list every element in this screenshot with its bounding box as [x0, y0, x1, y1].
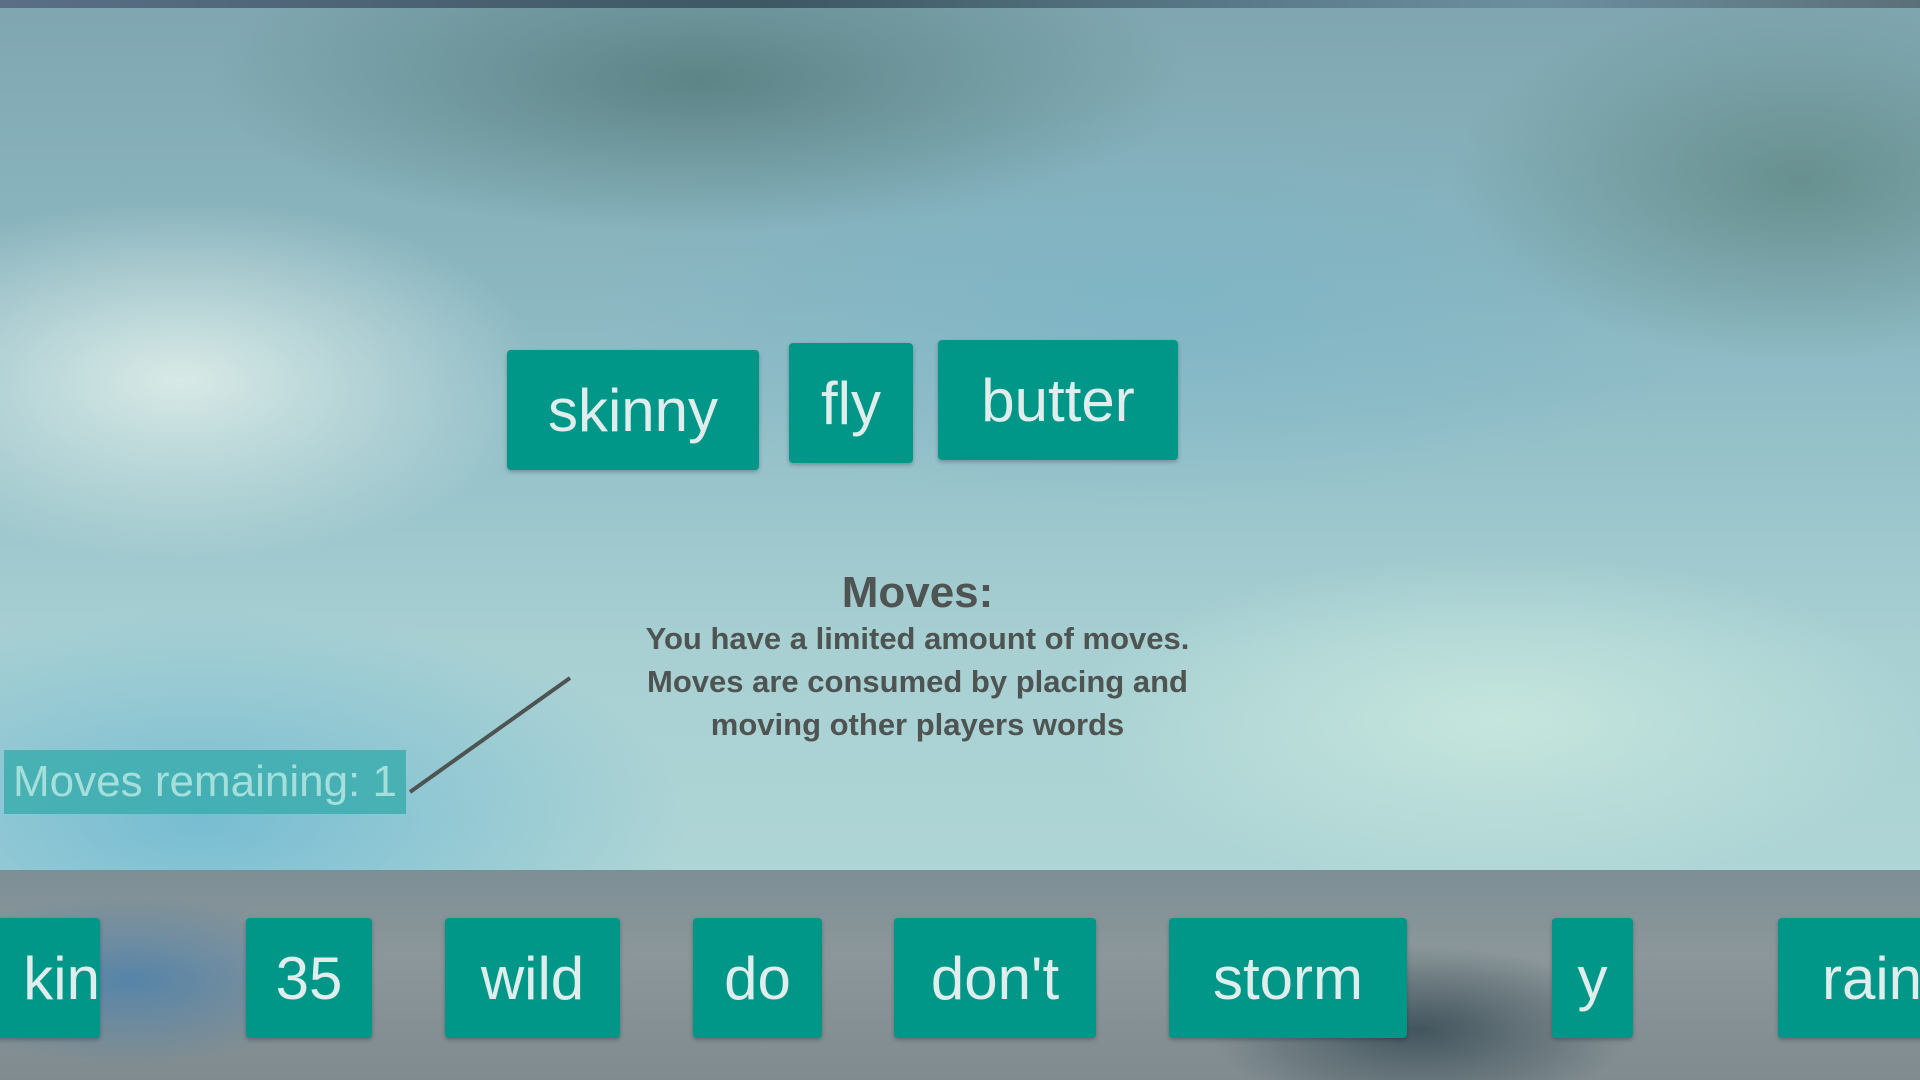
game-board: skinny fly butter Moves: You have a limi… — [0, 0, 1920, 1080]
tray-word-y[interactable]: y — [1552, 918, 1633, 1038]
moves-remaining-badge: Moves remaining: 1 — [4, 750, 406, 814]
word-tray: kin 35 wild do don't storm y rain — [0, 870, 1920, 1080]
tray-word-kin[interactable]: kin — [0, 918, 100, 1038]
tray-word-rain[interactable]: rain — [1778, 918, 1920, 1038]
tray-word-do[interactable]: do — [693, 918, 822, 1038]
tray-word-storm[interactable]: storm — [1169, 918, 1407, 1038]
tray-word-35[interactable]: 35 — [246, 918, 372, 1038]
tray-word-dont[interactable]: don't — [894, 918, 1096, 1038]
tray-word-wild[interactable]: wild — [445, 918, 620, 1038]
